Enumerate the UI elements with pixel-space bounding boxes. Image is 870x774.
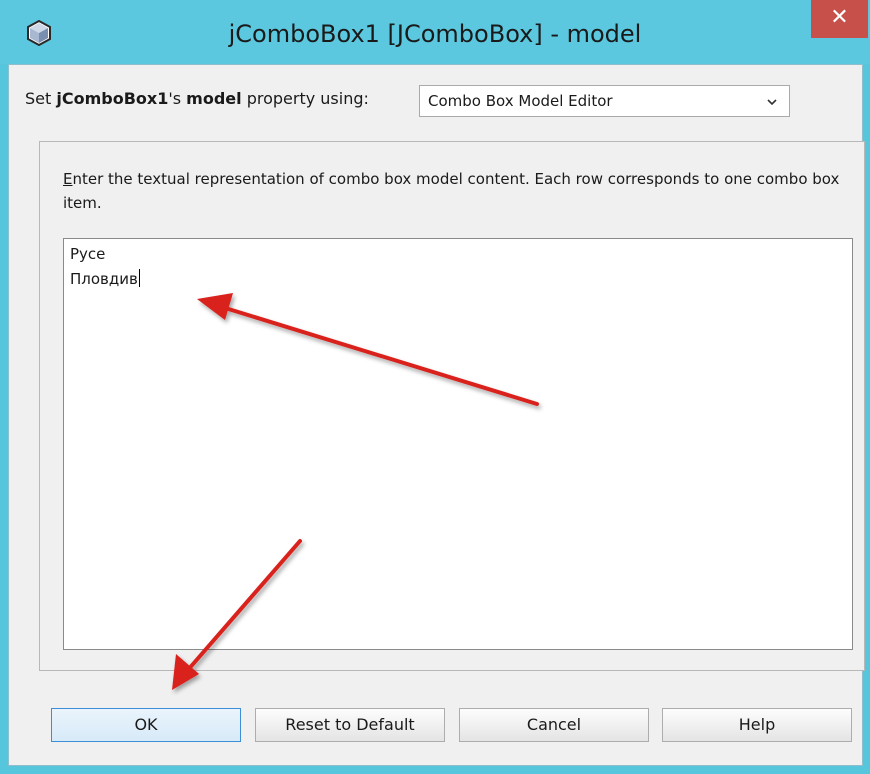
- chevron-down-icon: [767, 99, 777, 106]
- property-suffix: property using:: [241, 89, 369, 108]
- close-icon: ✕: [830, 5, 849, 30]
- component-name: jComboBox1: [56, 89, 169, 108]
- window-title: jComboBox1 [JComboBox] - model: [228, 20, 642, 48]
- help-button[interactable]: Help: [662, 708, 852, 742]
- dialog-content: Set jComboBox1's model property using: C…: [8, 64, 865, 766]
- property-description: Set jComboBox1's model property using:: [25, 89, 369, 117]
- editor-instructions: Enter the textual representation of comb…: [63, 167, 843, 215]
- editor-select-value: Combo Box Model Editor: [428, 92, 613, 110]
- editor-select[interactable]: Combo Box Model Editor: [419, 85, 790, 117]
- item-line: Русе: [70, 245, 106, 263]
- item-line: Пловдив: [70, 270, 138, 288]
- ok-button[interactable]: OK: [51, 708, 241, 742]
- close-button[interactable]: ✕: [811, 0, 868, 38]
- text-caret: [138, 269, 140, 287]
- instructions-text: nter the textual representation of combo…: [63, 170, 840, 212]
- property-possessive: 's: [168, 89, 187, 108]
- item-line-with-caret: Пловдив: [70, 269, 140, 288]
- title-bar[interactable]: jComboBox1 [JComboBox] - model ✕: [0, 0, 870, 64]
- dialog-window: jComboBox1 [JComboBox] - model ✕ Set jCo…: [0, 0, 870, 774]
- items-textarea[interactable]: Русе Пловдив: [63, 238, 853, 650]
- property-prefix: Set: [25, 89, 57, 108]
- reset-to-default-button[interactable]: Reset to Default: [255, 708, 445, 742]
- property-name: model: [186, 89, 242, 108]
- cancel-button[interactable]: Cancel: [459, 708, 649, 742]
